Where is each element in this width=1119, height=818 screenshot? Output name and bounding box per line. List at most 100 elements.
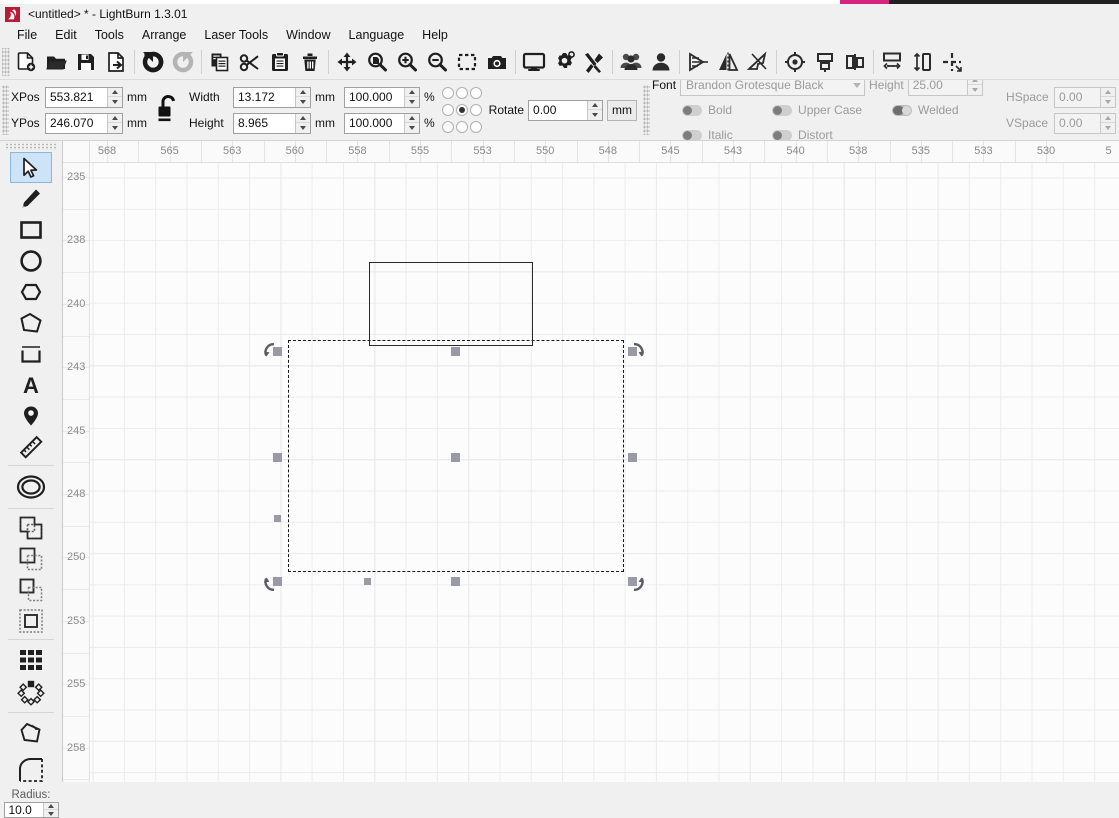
toggle-italic-row[interactable]: Italic bbox=[652, 128, 772, 140]
toggle-distort[interactable] bbox=[772, 129, 793, 140]
menu-window[interactable]: Window bbox=[277, 26, 339, 44]
ypos-field[interactable] bbox=[46, 113, 107, 133]
mirror-vertical-icon[interactable] bbox=[713, 47, 743, 77]
height-input[interactable] bbox=[233, 112, 311, 134]
horizontal-ruler[interactable]: 568 565 563 560 558 555 553 550 548 545 543 540 538 5… bbox=[90, 141, 1119, 163]
handle-bottom-inner[interactable] bbox=[364, 578, 371, 585]
radius-field[interactable] bbox=[4, 803, 43, 817]
toolpalette-drag-handle[interactable] bbox=[5, 143, 57, 150]
tool-circular-array[interactable] bbox=[10, 677, 52, 709]
xpos-input[interactable] bbox=[45, 86, 123, 108]
font-family-select[interactable]: Brandon Grotesque Black bbox=[680, 80, 866, 96]
anchor-bottom-left[interactable] bbox=[441, 119, 455, 136]
open-folder-icon[interactable] bbox=[41, 47, 71, 77]
zoom-fit-icon[interactable] bbox=[362, 47, 392, 77]
camera-icon[interactable] bbox=[482, 47, 512, 77]
anchor-top-left[interactable] bbox=[441, 85, 455, 102]
rotate-handle-top-left[interactable] bbox=[262, 341, 284, 363]
align-center-v-icon[interactable] bbox=[840, 47, 870, 77]
vertical-ruler[interactable]: 235 238 240 243 245 248 250 253 255 258 bbox=[63, 163, 90, 782]
tool-edit-nodes[interactable] bbox=[10, 716, 52, 752]
anchor-point-grid[interactable] bbox=[441, 84, 483, 136]
zoom-out-icon[interactable] bbox=[422, 47, 452, 77]
tool-boolean-union[interactable] bbox=[10, 512, 52, 543]
rotate-input[interactable] bbox=[528, 99, 604, 121]
unlocked-padlock-icon[interactable] bbox=[157, 94, 179, 127]
anchor-bottom-center[interactable] bbox=[455, 119, 469, 136]
hspace-field[interactable] bbox=[1055, 87, 1101, 107]
group-icon[interactable] bbox=[616, 47, 646, 77]
vspace-input[interactable] bbox=[1054, 112, 1117, 134]
xpos-stepper[interactable] bbox=[107, 87, 122, 107]
radius-input[interactable] bbox=[3, 802, 59, 818]
toggle-bold[interactable] bbox=[682, 104, 703, 116]
handle-left-lower[interactable] bbox=[274, 515, 281, 522]
width-percent-input[interactable] bbox=[344, 86, 420, 108]
height-percent-stepper[interactable] bbox=[404, 113, 419, 133]
font-height-input[interactable] bbox=[907, 80, 983, 96]
handle-bottom-center[interactable] bbox=[451, 577, 460, 586]
hspace-stepper[interactable] bbox=[1100, 87, 1116, 107]
new-file-icon[interactable] bbox=[11, 47, 41, 77]
anchor-middle-center[interactable] bbox=[455, 102, 469, 119]
anchor-middle-right[interactable] bbox=[469, 102, 483, 119]
anchor-bottom-right[interactable] bbox=[469, 119, 483, 136]
mirror-horizontal-icon[interactable] bbox=[683, 47, 713, 77]
handle-middle-left[interactable] bbox=[273, 453, 282, 462]
rotate-unit[interactable]: mm bbox=[607, 99, 638, 121]
rotate-handle-bottom-left[interactable] bbox=[262, 571, 284, 593]
toggle-upper-case[interactable] bbox=[772, 104, 793, 116]
tool-ellipse[interactable] bbox=[10, 245, 52, 276]
ungroup-icon[interactable] bbox=[646, 47, 676, 77]
distribute-v-icon[interactable] bbox=[907, 47, 937, 77]
radius-stepper[interactable] bbox=[42, 803, 58, 817]
toolbar-drag-handle[interactable] bbox=[2, 48, 10, 76]
zoom-selection-icon[interactable] bbox=[452, 47, 482, 77]
toggle-italic[interactable] bbox=[682, 129, 703, 140]
width-percent-stepper[interactable] bbox=[404, 87, 419, 107]
toggle-distort-row[interactable]: Distort bbox=[772, 128, 892, 140]
save-floppy-icon[interactable] bbox=[71, 47, 101, 77]
monitor-preview-icon[interactable] bbox=[519, 47, 549, 77]
anchor-middle-left[interactable] bbox=[441, 102, 455, 119]
height-stepper[interactable] bbox=[295, 113, 310, 133]
distribute-h-icon[interactable] bbox=[877, 47, 907, 77]
width-percent-field[interactable] bbox=[345, 87, 404, 107]
tool-node-edit[interactable] bbox=[10, 400, 52, 431]
drawn-rectangle[interactable] bbox=[369, 262, 533, 346]
handle-top-center[interactable] bbox=[451, 347, 460, 356]
xpos-field[interactable] bbox=[46, 87, 107, 107]
menu-tools[interactable]: Tools bbox=[86, 26, 133, 44]
tool-text[interactable]: A bbox=[10, 369, 52, 400]
zoom-in-icon[interactable] bbox=[392, 47, 422, 77]
height-percent-field[interactable] bbox=[345, 113, 404, 133]
menu-language[interactable]: Language bbox=[340, 26, 414, 44]
anchor-top-right[interactable] bbox=[469, 85, 483, 102]
menu-edit[interactable]: Edit bbox=[46, 26, 86, 44]
export-file-icon[interactable] bbox=[101, 47, 131, 77]
handle-middle-right[interactable] bbox=[628, 453, 637, 462]
toggle-welded-row[interactable]: Welded bbox=[892, 103, 992, 117]
hspace-input[interactable] bbox=[1054, 86, 1117, 108]
handle-center[interactable] bbox=[451, 453, 460, 462]
move-arrows-icon[interactable] bbox=[332, 47, 362, 77]
cut-scissors-icon[interactable] bbox=[235, 47, 265, 77]
vspace-stepper[interactable] bbox=[1100, 113, 1116, 133]
undo-arrow-icon[interactable] bbox=[138, 47, 168, 77]
tool-pencil[interactable] bbox=[10, 183, 52, 214]
width-field[interactable] bbox=[234, 87, 295, 107]
tool-fillet[interactable] bbox=[10, 752, 52, 788]
tool-rectangle[interactable] bbox=[10, 214, 52, 245]
tool-measure[interactable] bbox=[10, 431, 52, 462]
rotate-handle-top-right[interactable] bbox=[624, 341, 646, 363]
copy-icon[interactable] bbox=[205, 47, 235, 77]
font-height-stepper[interactable] bbox=[966, 80, 982, 95]
gear-settings-icon[interactable] bbox=[549, 47, 579, 77]
toggle-welded[interactable] bbox=[892, 104, 913, 116]
tool-boolean-intersect[interactable] bbox=[10, 574, 52, 605]
menu-help[interactable]: Help bbox=[413, 26, 457, 44]
wrench-tools-icon[interactable] bbox=[579, 47, 609, 77]
tool-draw-polygon[interactable] bbox=[10, 307, 52, 338]
rotate-handle-bottom-right[interactable] bbox=[624, 571, 646, 593]
propbar-drag-handle[interactable] bbox=[2, 85, 9, 135]
